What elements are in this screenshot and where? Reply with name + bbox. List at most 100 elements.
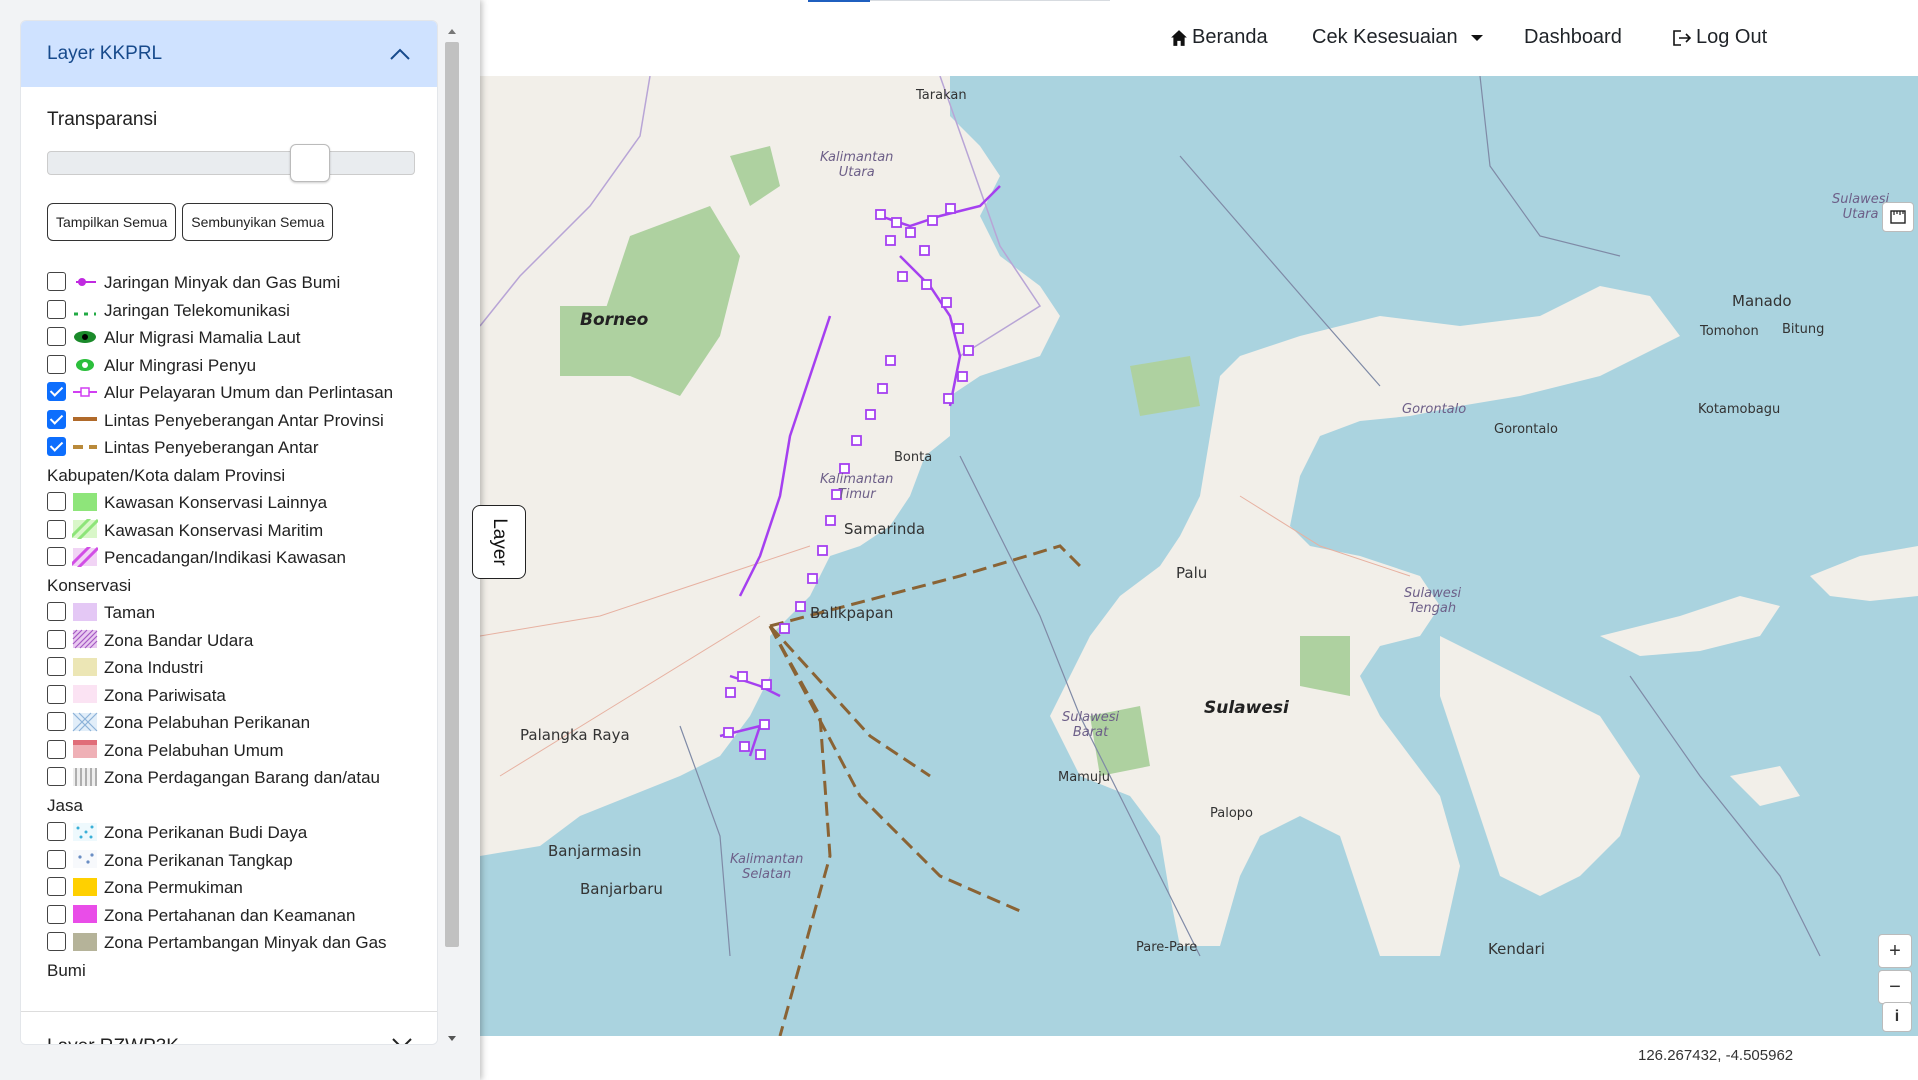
map-label-sulawesi-utara-text: Sulawesi Utara (1832, 192, 1890, 222)
layer-checkbox[interactable] (47, 299, 66, 319)
layer-accordion: Layer KKPRL Transparansi Tampilkan Semua… (20, 20, 438, 1045)
layer-item[interactable]: Zona Perikanan Tangkap (47, 847, 411, 875)
layer-item[interactable]: Zona Perdagangan Barang dan/atau Jasa (47, 764, 411, 819)
dashed-green-line-icon (72, 299, 98, 319)
map-label-palopo: Palopo (1210, 806, 1253, 821)
map-label-sulawesi-tengah-text: Sulawesi Tengah (1404, 586, 1462, 616)
layer-checkbox[interactable] (47, 409, 66, 429)
layer-checkbox[interactable] (47, 849, 66, 869)
map-label-tarakan: Tarakan (916, 88, 967, 103)
layer-checkbox[interactable] (47, 602, 66, 622)
layer-checkbox[interactable] (47, 629, 66, 649)
green-hatch-icon (68, 516, 100, 542)
nav-cek-label: Cek Kesesuaian (1312, 26, 1458, 48)
show-all-button[interactable]: Tampilkan Semua (47, 203, 177, 241)
layer-checkbox[interactable] (47, 684, 66, 704)
ruler-icon (1890, 210, 1906, 224)
map-label-kalimantan-selatan: Kalimantan Selatan (730, 852, 803, 882)
nav-cek-kesesuaian[interactable]: Cek Kesesuaian (1312, 26, 1484, 49)
hide-all-button[interactable]: Sembunyikan Semua (182, 203, 334, 241)
layer-item[interactable]: Jaringan Telekomunikasi (47, 297, 411, 325)
layer-item[interactable]: Alur Mingrasi Penyu (47, 352, 411, 380)
purple-hatch-icon (68, 544, 100, 569)
accordion-header-rzwp3k[interactable]: Layer RZWP3K (21, 1011, 437, 1044)
map-label-kalimantan-utara-text: Kalimantan Utara (820, 150, 894, 180)
map-label-samarinda: Samarinda (844, 520, 926, 538)
layer-item[interactable]: Kawasan Konservasi Maritim (47, 516, 411, 545)
layer-checkbox[interactable] (47, 492, 66, 512)
layer-item[interactable]: Zona Perikanan Budi Daya (47, 819, 411, 847)
shipping-lane-icon (72, 382, 98, 402)
layer-item[interactable]: Alur Pelayaran Umum dan Perlintasan (47, 379, 411, 407)
layer-label: Jaringan Minyak dan Gas Bumi (104, 273, 341, 292)
layer-checkbox[interactable] (47, 382, 66, 402)
map-canvas[interactable]: Tarakan Kalimantan Utara Borneo Kalimant… (480, 76, 1918, 1036)
layer-item[interactable]: Pencadangan/Indikasi Kawasan Konservasi (47, 544, 411, 599)
layer-label: Zona Pertahanan dan Keamanan (104, 905, 356, 925)
panel-scrollbar[interactable] (444, 24, 460, 1044)
layer-checkbox[interactable] (47, 657, 66, 677)
layer-checkbox[interactable] (47, 437, 66, 457)
panel-scrollbar-thumb[interactable] (445, 42, 459, 947)
transparency-slider-thumb[interactable] (290, 144, 330, 182)
layer-item[interactable]: Jaringan Minyak dan Gas Bumi (47, 269, 411, 297)
layer-item[interactable]: Taman (47, 599, 411, 627)
accordion-header-kkprl[interactable]: Layer KKPRL (21, 21, 437, 87)
map-label-bonta: Bonta (894, 450, 933, 465)
layer-item[interactable]: Zona Pertambangan Minyak dan Gas Bumi (47, 929, 411, 984)
layer-item[interactable]: Zona Pelabuhan Umum (47, 737, 411, 765)
map-label-banjarmasin: Banjarmasin (548, 842, 642, 860)
transparency-slider[interactable] (47, 144, 415, 182)
layer-panel: Layer KKPRL Transparansi Tampilkan Semua… (0, 0, 480, 1080)
layer-checkbox[interactable] (47, 822, 66, 842)
yellow-fill-icon (72, 877, 98, 897)
cursor-coordinates: 126.267432, -4.505962 (1638, 1047, 1794, 1064)
layer-item[interactable]: Lintas Penyeberangan Antar Kabupaten/Kot… (47, 434, 411, 489)
layer-item[interactable]: Zona Pertahanan dan Keamanan (47, 902, 411, 930)
zoom-out-button[interactable]: − (1878, 970, 1912, 1004)
ruler-button[interactable] (1882, 202, 1914, 232)
layer-checkbox[interactable] (47, 877, 66, 897)
layer-checkbox[interactable] (47, 739, 66, 759)
layer-checkbox[interactable] (47, 327, 66, 347)
layer-checkbox[interactable] (47, 519, 66, 539)
layer-checkbox[interactable] (47, 712, 66, 732)
purple-stripe-icon (72, 629, 98, 649)
layer-checkbox[interactable] (47, 904, 66, 924)
nav-logout[interactable]: Log Out (1672, 26, 1767, 49)
layer-item[interactable]: Alur Migrasi Mamalia Laut (47, 324, 411, 352)
info-button[interactable]: i (1882, 1002, 1912, 1032)
layer-item[interactable]: Zona Pariwisata (47, 682, 411, 710)
layer-checkbox[interactable] (47, 354, 66, 374)
map-label-pare-pare: Pare-Pare (1136, 940, 1198, 955)
map-label-kalimantan-timur: Kalimantan Timur (820, 472, 893, 502)
layer-item[interactable]: Zona Bandar Udara (47, 627, 411, 655)
layer-item[interactable]: Lintas Penyeberangan Antar Provinsi (47, 407, 411, 435)
accordion-title-rzwp3k: Layer RZWP3K (47, 1036, 179, 1044)
layer-item[interactable]: Kawasan Konservasi Lainnya (47, 489, 411, 517)
map-label-sulawesi: Sulawesi (1204, 698, 1289, 718)
layer-toggle-tab[interactable]: Layer (472, 505, 526, 579)
layer-checkbox[interactable] (47, 547, 66, 567)
map-label-kalimantan-selatan-text: Kalimantan Selatan (730, 852, 804, 882)
layer-label: Zona Industri (104, 658, 204, 677)
lavender-fill-icon (72, 602, 98, 622)
layer-label: Zona Bandar Udara (104, 630, 254, 650)
turtle-icon (72, 354, 98, 374)
nav-dashboard[interactable]: Dashboard (1524, 26, 1622, 49)
nav-beranda[interactable]: Beranda (1170, 26, 1268, 49)
beige-fill-icon (72, 657, 98, 677)
layer-label: Jaringan Telekomunikasi (104, 300, 290, 320)
layer-checkbox[interactable] (47, 932, 66, 952)
layer-item[interactable]: Zona Pelabuhan Perikanan (47, 709, 411, 737)
map-label-tomohon: Tomohon (1700, 324, 1759, 339)
layer-checkbox[interactable] (47, 767, 66, 787)
zoom-in-button[interactable]: + (1878, 934, 1912, 968)
layer-label: Zona Pelabuhan Umum (104, 740, 284, 760)
layer-checkbox[interactable] (47, 272, 66, 292)
layer-list: Jaringan Minyak dan Gas Bumi Jaringan Tel… (47, 269, 411, 984)
layer-item[interactable]: Zona Industri (47, 654, 411, 682)
layer-label: Lintas Penyeberangan Antar Provinsi (104, 410, 384, 430)
chevron-down-icon (392, 1038, 412, 1044)
layer-item[interactable]: Zona Permukiman (47, 874, 411, 902)
